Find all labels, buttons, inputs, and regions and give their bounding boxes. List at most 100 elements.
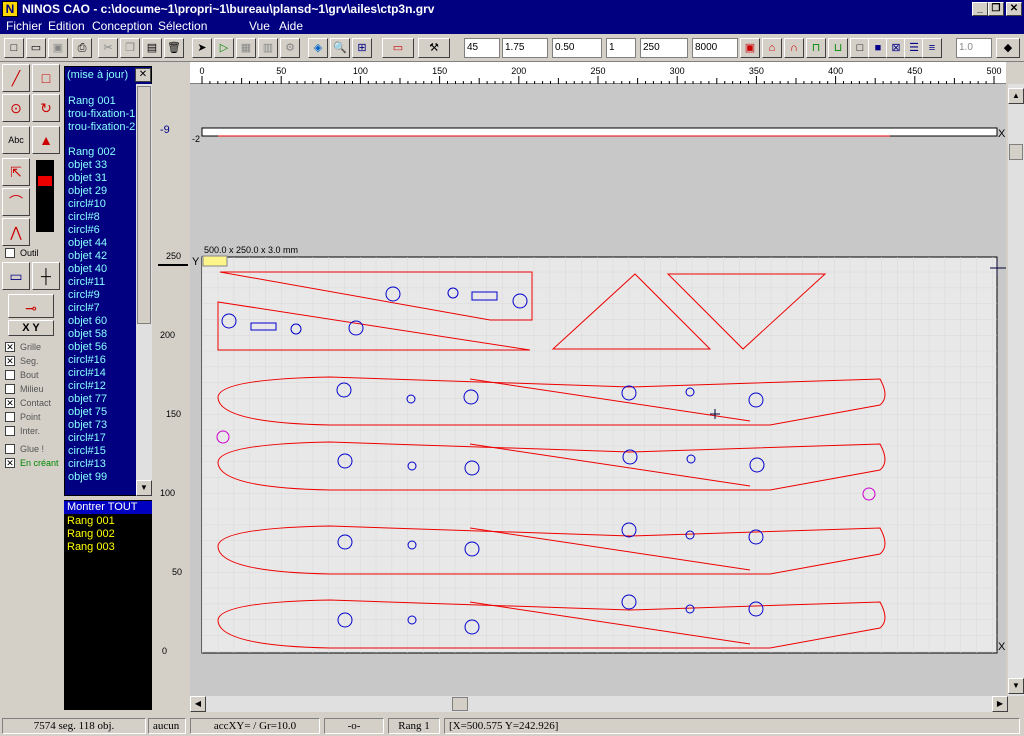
fill-hatch-icon[interactable]: ☰ [904, 38, 924, 58]
new-file-icon[interactable]: □ [4, 38, 24, 58]
zoom-icon[interactable]: 🔍 [330, 38, 350, 58]
layer-item[interactable]: Rang 002 [68, 146, 116, 158]
opt-bout-checkbox[interactable] [5, 370, 15, 380]
opt-contact-checkbox[interactable]: ✕ [5, 398, 15, 408]
bitmap-tool-icon[interactable]: ▲ [32, 126, 60, 154]
eye-icon[interactable]: ◈ [308, 38, 328, 58]
opt-glue-checkbox[interactable] [5, 444, 15, 454]
depth-field[interactable]: 0.50 [552, 38, 602, 58]
fill-lines-icon[interactable]: ≡ [922, 38, 942, 58]
layer-item[interactable]: circl#10 [68, 198, 106, 210]
outil-checkbox[interactable] [5, 248, 15, 258]
layer-item[interactable]: objet 73 [68, 419, 107, 431]
shape-5-icon[interactable]: ⊔ [828, 38, 848, 58]
line-width-field[interactable]: 1.0 [956, 38, 992, 58]
layer-item[interactable]: objet 56 [68, 341, 107, 353]
layer-item[interactable]: objet 44 [68, 237, 107, 249]
group-icon[interactable]: ▦ [236, 38, 256, 58]
feed-field[interactable]: 250 [640, 38, 688, 58]
menu-selection[interactable]: Sélection [158, 19, 207, 33]
layer-item[interactable]: objet 42 [68, 250, 107, 262]
cut-path-icon[interactable]: ▭ [382, 38, 414, 58]
rang-item[interactable]: Rang 003 [67, 541, 115, 553]
window-tool-icon[interactable]: ▭ [2, 262, 30, 290]
layer-item[interactable]: objet 31 [68, 172, 107, 184]
layer-item[interactable]: circl#16 [68, 354, 106, 366]
select-arrow-icon[interactable]: ➤ [192, 38, 212, 58]
show-all-button[interactable]: Montrer TOUT [64, 501, 152, 514]
paint-bucket-icon[interactable]: ◆ [996, 38, 1020, 58]
opt-point-checkbox[interactable] [5, 412, 15, 422]
layer-item[interactable]: objet 40 [68, 263, 107, 275]
layer-item[interactable]: circl#17 [68, 432, 106, 444]
layer-item[interactable]: circl#13 [68, 458, 106, 470]
menu-fichier[interactable]: Fichier [6, 19, 42, 33]
layer-item[interactable]: trou-fixation-1 [68, 108, 135, 120]
layer-item[interactable]: circl#9 [68, 289, 100, 301]
canvas-vertical-scrollbar[interactable]: ▲ ▼ [1008, 84, 1024, 696]
rect-tool-icon[interactable]: □ [32, 64, 60, 92]
xy-button[interactable]: X Y [8, 320, 54, 336]
vscroll-thumb[interactable] [1009, 144, 1023, 160]
layer-panel-close-button[interactable]: ✕ [135, 68, 151, 82]
layer-item[interactable]: circl#14 [68, 367, 106, 379]
curve-tool-icon[interactable]: ⋀ [2, 218, 30, 246]
opt-milieu-checkbox[interactable] [5, 384, 15, 394]
opt-seg-checkbox[interactable]: ✕ [5, 356, 15, 366]
layer-item[interactable]: objet 29 [68, 185, 107, 197]
zoom-fit-icon[interactable]: ⊞ [352, 38, 372, 58]
layer-item[interactable]: objet 75 [68, 406, 107, 418]
drawing-canvas[interactable]: -9 -9 -2 X 500.0 x 250.0 x 3.0 mm Y X [160, 84, 1006, 696]
layer-scroll-thumb[interactable] [137, 86, 151, 324]
scroll-left-button[interactable]: ◀ [190, 696, 206, 712]
speed-field[interactable]: 8000 [692, 38, 738, 58]
layer-item[interactable]: circl#6 [68, 224, 100, 236]
scroll-up-button[interactable]: ▲ [1008, 88, 1024, 104]
open-folder-icon[interactable]: ▭ [26, 38, 46, 58]
ungroup-icon[interactable]: ▥ [258, 38, 278, 58]
menu-vue[interactable]: Vue [249, 19, 270, 33]
layer-item[interactable]: circl#7 [68, 302, 100, 314]
select-play-icon[interactable]: ▷ [214, 38, 234, 58]
crosshair-tool-icon[interactable]: ┼ [32, 262, 60, 290]
scroll-down-button[interactable]: ▼ [1008, 678, 1024, 694]
fill-solid-icon[interactable]: ■ [868, 38, 888, 58]
close-button[interactable]: ✕ [1006, 2, 1022, 16]
zoom-slider[interactable] [36, 160, 54, 232]
text-tool-icon[interactable]: Abc [2, 126, 30, 154]
shape-2-icon[interactable]: ⌂ [762, 38, 782, 58]
rang-item[interactable]: Rang 002 [67, 528, 115, 540]
angle-field[interactable]: 45 [464, 38, 500, 58]
fill-empty-icon[interactable]: □ [850, 38, 870, 58]
passes-field[interactable]: 1 [606, 38, 636, 58]
layer-item[interactable]: circl#15 [68, 445, 106, 457]
save-icon[interactable]: ▣ [48, 38, 68, 58]
bezier-tool-icon[interactable]: ⌒ [2, 188, 30, 216]
layer-panel-scrollbar[interactable]: ▼ [136, 84, 152, 496]
opt-encreant-checkbox[interactable]: ✕ [5, 458, 15, 468]
circle-tool-icon[interactable]: ⊙ [2, 94, 30, 122]
layer-item[interactable]: circl#11 [68, 276, 105, 288]
layer-item[interactable]: Rang 001 [68, 95, 116, 107]
layer-item[interactable]: objet 60 [68, 315, 107, 327]
measure-tool-icon[interactable]: ⊸ [8, 294, 54, 318]
move-tool-icon[interactable]: ⇱ [2, 158, 30, 186]
arc-tool-icon[interactable]: ↻ [32, 94, 60, 122]
opt-inter-checkbox[interactable] [5, 426, 15, 436]
drawing-svg[interactable]: -9 [190, 84, 1006, 696]
delete-icon[interactable]: 🗑 [164, 38, 184, 58]
scroll-right-button[interactable]: ▶ [992, 696, 1008, 712]
paste-icon[interactable]: ▤ [142, 38, 162, 58]
gear-icon[interactable]: ⚙ [280, 38, 300, 58]
layer-item[interactable]: circl#8 [68, 211, 100, 223]
hscroll-thumb[interactable] [452, 697, 468, 711]
shape-3-icon[interactable]: ∩ [784, 38, 804, 58]
copy-icon[interactable]: ❐ [120, 38, 140, 58]
minimize-button[interactable]: _ [972, 2, 988, 16]
zoom-slider-thumb[interactable] [38, 176, 52, 186]
canvas-horizontal-scrollbar[interactable]: ◀ ▶ [190, 696, 1008, 712]
tool-diameter-field[interactable]: 1.75 [502, 38, 548, 58]
print-icon[interactable]: ⎙ [72, 38, 92, 58]
line-tool-icon[interactable]: ╱ [2, 64, 30, 92]
shape-1-icon[interactable]: ▣ [740, 38, 760, 58]
